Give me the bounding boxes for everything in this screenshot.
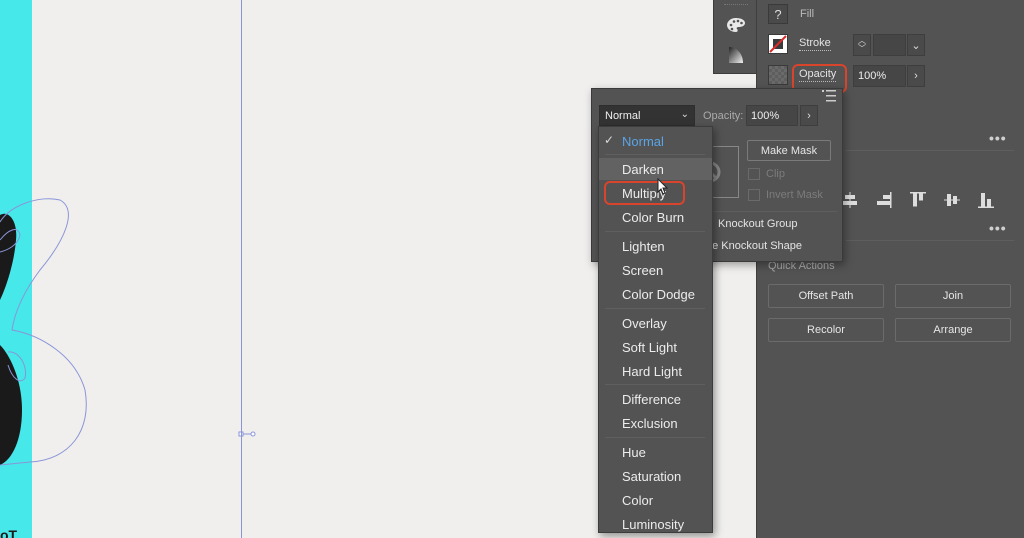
blend-mode-option-hard-light[interactable]: Hard Light (599, 360, 712, 382)
panel-divider (846, 150, 1014, 151)
blend-mode-option-label: Saturation (622, 468, 682, 484)
blend-mode-option-label: Overlay (622, 315, 667, 331)
blend-mode-option-label: Lighten (622, 238, 665, 254)
mouse-cursor-icon (657, 178, 669, 195)
fill-swatch[interactable]: ? (768, 4, 788, 24)
arrange-button[interactable]: Arrange (895, 318, 1011, 342)
stroke-weight-stepper[interactable]: ︿ ﹀ (853, 34, 871, 56)
no-stroke-icon (769, 35, 787, 53)
menu-separator (605, 437, 705, 438)
opacity-input[interactable]: 100% (853, 65, 906, 87)
panel-menu-icon[interactable] (822, 90, 836, 102)
artwork-dark-shape-bottom (0, 345, 22, 465)
clip-checkbox-row: Clip (748, 168, 785, 180)
blend-mode-option-label: Darken (622, 161, 664, 177)
align-bottom-icon[interactable] (976, 190, 996, 210)
stroke-weight-input[interactable] (873, 34, 906, 56)
chevron-right-icon: › (914, 70, 918, 82)
blend-mode-option-color[interactable]: Color (599, 489, 712, 511)
fill-row: ? Fill (768, 4, 814, 24)
blend-mode-option-label: Screen (622, 262, 664, 278)
checkmark-icon: ✓ (604, 133, 615, 147)
artboard-edge-guide (241, 0, 242, 538)
blend-mode-option-color-burn[interactable]: Color Burn (599, 206, 712, 228)
transparency-opacity-label: Opacity: (703, 110, 744, 122)
clip-checkbox[interactable] (748, 168, 760, 180)
blend-mode-option-soft-light[interactable]: Soft Light (599, 336, 712, 358)
chevron-down-icon: ⌄ (680, 109, 689, 120)
blend-mode-option-label: Normal (622, 133, 664, 149)
make-mask-button[interactable]: Make Mask (747, 140, 831, 161)
align-top-icon[interactable] (908, 190, 928, 210)
blend-mode-option-saturation[interactable]: Saturation (599, 465, 712, 487)
chevron-down-icon: ⌄ (911, 39, 921, 52)
blend-mode-option-darken[interactable]: Darken (599, 158, 712, 180)
stroke-weight-dropdown[interactable]: ⌄ (907, 34, 925, 56)
menu-separator (605, 308, 705, 309)
blend-mode-option-luminosity[interactable]: Luminosity (599, 513, 712, 535)
chevron-down-icon[interactable]: ﹀ (858, 45, 866, 53)
blend-mode-option-label: Hue (622, 444, 646, 460)
blend-mode-option-exclusion[interactable]: Exclusion (599, 412, 712, 434)
blend-mode-option-screen[interactable]: Screen (599, 259, 712, 281)
blend-mode-option-label: Color Burn (622, 209, 685, 225)
direction-handle-point (250, 431, 256, 437)
invert-mask-checkbox-row: Invert Mask (748, 189, 823, 201)
transparency-opacity-slider-button[interactable]: › (800, 105, 818, 126)
blend-mode-option-normal[interactable]: ✓ Normal (599, 130, 712, 152)
align-vertical-center-icon[interactable] (942, 190, 962, 210)
panel-grip[interactable] (724, 4, 748, 8)
recolor-button[interactable]: Recolor (768, 318, 884, 342)
blend-mode-option-label: Soft Light (622, 339, 677, 355)
opacity-expand-button[interactable]: › (907, 65, 925, 87)
menu-separator (605, 154, 705, 155)
invert-mask-label: Invert Mask (766, 189, 823, 201)
knockout-group-label[interactable]: Knockout Group (718, 218, 798, 230)
blend-mode-option-label: Luminosity (622, 516, 685, 532)
gradient-icon[interactable] (724, 44, 748, 66)
blend-mode-option-overlay[interactable]: Overlay (599, 312, 712, 334)
artwork-dark-shape-top (0, 213, 17, 300)
more-options-button[interactable]: ••• (989, 220, 1007, 236)
blend-mode-option-lighten[interactable]: Lighten (599, 235, 712, 257)
align-right-icon[interactable] (874, 190, 894, 210)
blend-mode-option-hue[interactable]: Hue (599, 441, 712, 463)
blend-mode-select[interactable]: Normal ⌄ (599, 105, 695, 126)
blend-mode-option-difference[interactable]: Difference (599, 388, 712, 410)
blend-mode-option-label: Hard Light (622, 363, 682, 379)
blend-mode-option-label: Exclusion (622, 415, 678, 431)
stroke-label[interactable]: Stroke (799, 37, 831, 51)
clip-label: Clip (766, 168, 785, 180)
artwork-partial-text: oT (0, 527, 18, 538)
panel-divider (846, 240, 1014, 241)
question-mark-icon: ? (774, 6, 782, 22)
mini-tools-panel (713, 0, 757, 74)
blend-mode-option-label: Color (622, 492, 654, 508)
opacity-checker-icon (768, 65, 788, 85)
chevron-right-icon: › (807, 109, 811, 122)
color-palette-icon[interactable] (724, 14, 748, 36)
menu-separator (605, 231, 705, 232)
panel-divider (713, 211, 837, 212)
blend-mode-value: Normal (605, 109, 641, 122)
stroke-swatch[interactable] (768, 34, 788, 54)
blend-mode-option-label: Difference (622, 391, 682, 407)
more-options-button[interactable]: ••• (989, 130, 1007, 146)
offset-path-button[interactable]: Offset Path (768, 284, 884, 308)
blend-mode-option-label: Color Dodge (622, 286, 695, 302)
artwork-canvas: oT (0, 198, 256, 538)
align-horizontal-center-icon[interactable] (840, 190, 860, 210)
fill-label: Fill (800, 8, 815, 20)
transparency-opacity-input[interactable]: 100% (746, 105, 798, 126)
blend-mode-option-color-dodge[interactable]: Color Dodge (599, 283, 712, 305)
join-button[interactable]: Join (895, 284, 1011, 308)
align-toolbar (840, 190, 996, 210)
menu-separator (605, 384, 705, 385)
stroke-row: Stroke (768, 34, 831, 54)
multiply-highlight-annotation (604, 181, 685, 205)
invert-mask-checkbox[interactable] (748, 189, 760, 201)
knockout-shape-label[interactable]: ne Knockout Shape (706, 240, 802, 252)
